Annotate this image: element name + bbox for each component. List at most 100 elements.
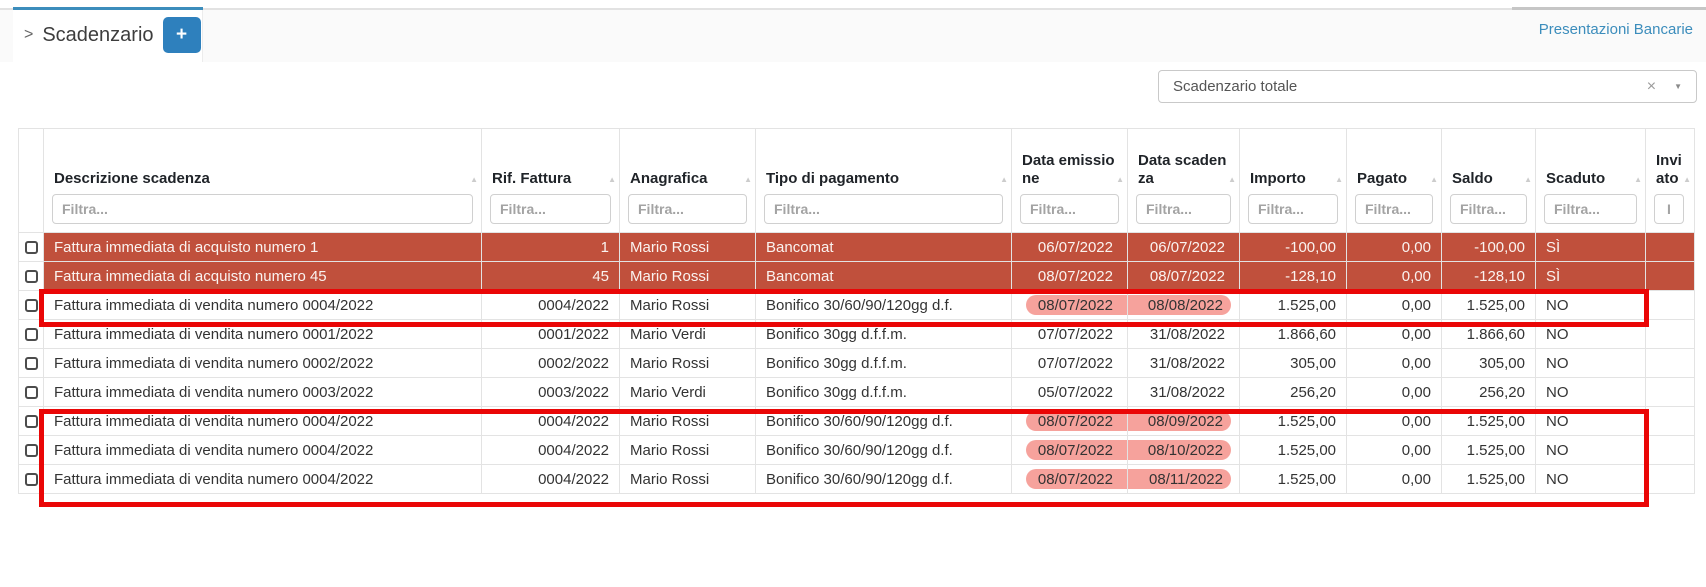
cell-data-scadenza: 31/08/2022 xyxy=(1128,349,1240,378)
data-scadenza-value: 08/10/2022 xyxy=(1148,442,1223,459)
row-checkbox[interactable] xyxy=(25,386,38,399)
column-header-label: Inviato xyxy=(1656,152,1686,190)
table-row[interactable]: Fattura immediata di vendita numero 0004… xyxy=(19,291,1695,320)
presentazioni-bancarie-link[interactable]: Presentazioni Bancarie xyxy=(1539,21,1693,38)
column-header[interactable]: ▲ Anagrafica xyxy=(620,129,756,233)
column-header[interactable]: ▲ Rif. Fattura xyxy=(482,129,620,233)
column-filter-input[interactable] xyxy=(1654,194,1684,224)
column-header-label: Tipo di pagamento xyxy=(766,170,1003,189)
table-row[interactable]: Fattura immediata di acquisto numero 45 … xyxy=(19,262,1695,291)
cell-inviato xyxy=(1646,291,1695,320)
column-filter-input[interactable] xyxy=(764,194,1003,224)
top-right-divider xyxy=(1512,7,1706,10)
cell-pagato: 0,00 xyxy=(1347,436,1442,465)
cell-data-scadenza: 08/07/2022 xyxy=(1128,262,1240,291)
row-select-cell xyxy=(19,436,44,465)
column-header[interactable]: ▲ Scaduto xyxy=(1536,129,1646,233)
cell-data-emissione: 08/07/2022 xyxy=(1012,465,1128,494)
column-header[interactable]: ▲ Data scadenza xyxy=(1128,129,1240,233)
row-checkbox[interactable] xyxy=(25,415,38,428)
table-row[interactable]: Fattura immediata di vendita numero 0004… xyxy=(19,465,1695,494)
cell-anagrafica: Mario Rossi xyxy=(620,233,756,262)
column-header[interactable]: ▲ Tipo di pagamento xyxy=(756,129,1012,233)
row-select-cell xyxy=(19,233,44,262)
sort-icon[interactable]: ▲ xyxy=(744,175,752,184)
sort-icon[interactable]: ▲ xyxy=(1000,175,1008,184)
row-select-cell xyxy=(19,407,44,436)
data-scadenza-value: 06/07/2022 xyxy=(1150,239,1225,256)
row-checkbox[interactable] xyxy=(25,473,38,486)
table-row[interactable]: Fattura immediata di vendita numero 0002… xyxy=(19,349,1695,378)
sort-icon[interactable]: ▲ xyxy=(1683,175,1691,184)
row-checkbox[interactable] xyxy=(25,357,38,370)
column-header[interactable]: ▲ Inviato xyxy=(1646,129,1695,233)
column-header[interactable]: ▲ Data emissione xyxy=(1012,129,1128,233)
sort-icon[interactable]: ▲ xyxy=(608,175,616,184)
data-scadenza-value: 08/08/2022 xyxy=(1148,297,1223,314)
column-header[interactable]: ▲ Saldo xyxy=(1442,129,1536,233)
cell-data-scadenza: 31/08/2022 xyxy=(1128,320,1240,349)
cell-data-scadenza: 08/08/2022 xyxy=(1128,291,1240,320)
chevron-down-icon[interactable]: ▼ xyxy=(1668,82,1696,91)
data-emissione-value: 06/07/2022 xyxy=(1038,239,1113,256)
row-checkbox[interactable] xyxy=(25,299,38,312)
sort-icon[interactable]: ▲ xyxy=(1228,175,1236,184)
column-header-label: Importo xyxy=(1250,170,1338,189)
cell-pagato: 0,00 xyxy=(1347,320,1442,349)
cell-data-scadenza: 08/11/2022 xyxy=(1128,465,1240,494)
table-row[interactable]: Fattura immediata di vendita numero 0004… xyxy=(19,407,1695,436)
data-emissione-value: 07/07/2022 xyxy=(1038,326,1113,343)
sort-icon[interactable]: ▲ xyxy=(1335,175,1343,184)
column-filter-input[interactable] xyxy=(1020,194,1119,224)
cell-importo: 1.525,00 xyxy=(1240,291,1347,320)
column-header-label: Data scadenza xyxy=(1138,152,1231,190)
column-filter-input[interactable] xyxy=(628,194,747,224)
row-checkbox[interactable] xyxy=(25,241,38,254)
clear-selection-icon[interactable]: × xyxy=(1635,78,1668,96)
column-header[interactable]: ▲ Descrizione scadenza xyxy=(44,129,482,233)
cell-scaduto: NO xyxy=(1536,349,1646,378)
cell-inviato xyxy=(1646,349,1695,378)
cell-anagrafica: Mario Rossi xyxy=(620,262,756,291)
sort-icon[interactable]: ▲ xyxy=(1116,175,1124,184)
column-header[interactable]: ▲ Pagato xyxy=(1347,129,1442,233)
cell-scaduto: NO xyxy=(1536,465,1646,494)
add-scadenza-button[interactable]: + xyxy=(163,17,201,53)
row-checkbox[interactable] xyxy=(25,328,38,341)
table-row[interactable]: Fattura immediata di vendita numero 0004… xyxy=(19,436,1695,465)
column-filter-input[interactable] xyxy=(1136,194,1231,224)
data-emissione-value: 08/07/2022 xyxy=(1038,268,1113,285)
column-filter-input[interactable] xyxy=(1248,194,1338,224)
cell-data-scadenza: 08/09/2022 xyxy=(1128,407,1240,436)
row-checkbox[interactable] xyxy=(25,270,38,283)
active-tab-indicator xyxy=(13,7,203,10)
segment-select[interactable]: Scadenzario totale × ▼ xyxy=(1158,70,1697,103)
row-select-cell xyxy=(19,262,44,291)
column-filter-input[interactable] xyxy=(1544,194,1637,224)
sort-icon[interactable]: ▲ xyxy=(470,175,478,184)
cell-data-emissione: 05/07/2022 xyxy=(1012,378,1128,407)
row-select-cell xyxy=(19,465,44,494)
column-header-label: Rif. Fattura xyxy=(492,170,611,189)
data-scadenza-value: 31/08/2022 xyxy=(1150,326,1225,343)
cell-anagrafica: Mario Rossi xyxy=(620,349,756,378)
table-header-row: ▲ Descrizione scadenza ▲ Rif. Fattura ▲ … xyxy=(19,129,1695,233)
table-row[interactable]: Fattura immediata di vendita numero 0003… xyxy=(19,378,1695,407)
table-row[interactable]: Fattura immediata di acquisto numero 1 1… xyxy=(19,233,1695,262)
cell-descrizione: Fattura immediata di vendita numero 0004… xyxy=(44,291,482,320)
data-scadenza-value: 08/11/2022 xyxy=(1149,471,1223,488)
cell-descrizione: Fattura immediata di vendita numero 0002… xyxy=(44,349,482,378)
cell-rif-fattura: 0004/2022 xyxy=(482,291,620,320)
row-checkbox[interactable] xyxy=(25,444,38,457)
column-filter-input[interactable] xyxy=(1355,194,1433,224)
sort-icon[interactable]: ▲ xyxy=(1524,175,1532,184)
column-filter-input[interactable] xyxy=(490,194,611,224)
cell-data-emissione: 07/07/2022 xyxy=(1012,349,1128,378)
column-header[interactable]: ▲ Importo xyxy=(1240,129,1347,233)
cell-inviato xyxy=(1646,407,1695,436)
column-filter-input[interactable] xyxy=(1450,194,1527,224)
sort-icon[interactable]: ▲ xyxy=(1634,175,1642,184)
table-row[interactable]: Fattura immediata di vendita numero 0001… xyxy=(19,320,1695,349)
column-filter-input[interactable] xyxy=(52,194,473,224)
sort-icon[interactable]: ▲ xyxy=(1430,175,1438,184)
